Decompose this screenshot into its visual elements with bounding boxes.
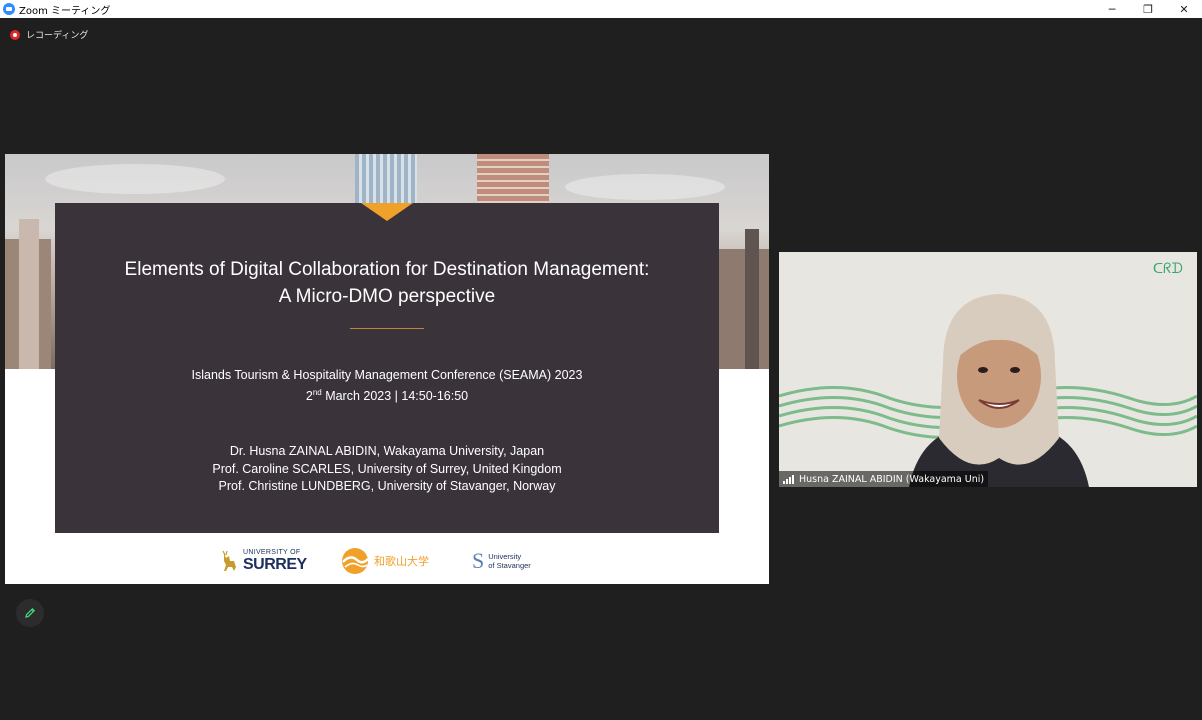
conference-date: 2nd March 2023 | 14:50-16:50 [305, 388, 469, 404]
participant-name: Husna ZAINAL ABIDIN (Wakayama Uni) [799, 473, 985, 485]
pen-icon [25, 607, 36, 618]
sun-wave-icon [342, 548, 369, 574]
zoom-logo-icon [3, 3, 15, 15]
stag-icon [222, 550, 236, 571]
window-titlebar: Zoom ミーティング ─ ❐ ✕ [0, 0, 1202, 18]
participant-person [909, 294, 1089, 487]
restore-button[interactable]: ❐ [1130, 0, 1166, 18]
recording-icon [10, 29, 20, 40]
orange-triangle-marker [361, 203, 413, 221]
slide-title: Elements of Digital Collaboration for De… [55, 256, 719, 310]
university-logos: UNIVERSITY OF SURREY 和歌山大学 S University … [5, 544, 769, 578]
annotate-button[interactable] [16, 599, 44, 627]
surrey-logo: UNIVERSITY OF SURREY [220, 544, 307, 578]
conference-name: Islands Tourism & Hospitality Management… [191, 368, 583, 382]
stavanger-s-icon: S [472, 548, 485, 573]
author-list: Dr. Husna ZAINAL ABIDIN, Wakayama Univer… [55, 443, 719, 496]
close-button[interactable]: ✕ [1166, 0, 1202, 18]
slide-title-line2: A Micro-DMO perspective [278, 286, 496, 307]
background-logo: ᑕᖇᗪ [1152, 260, 1183, 276]
author-line: Prof. Christine LUNDBERG, University of … [218, 479, 556, 493]
author-line: Dr. Husna ZAINAL ABIDIN, Wakayama Univer… [229, 444, 545, 458]
window-controls: ─ ❐ ✕ [1094, 0, 1202, 18]
recording-indicator[interactable]: レコーディング [10, 28, 88, 41]
participant-video[interactable]: ᑕᖇᗪ Husna ZAINAL ABIDIN (Wakayama Uni) [779, 252, 1197, 487]
participant-name-bar: Husna ZAINAL ABIDIN (Wakayama Uni) [779, 471, 989, 487]
wakayama-logo: 和歌山大学 [340, 544, 429, 578]
slide-title-line1: Elements of Digital Collaboration for De… [124, 259, 650, 280]
minimize-button[interactable]: ─ [1094, 0, 1130, 18]
signal-icon [783, 474, 795, 484]
conference-info: Islands Tourism & Hospitality Management… [55, 367, 719, 405]
stavanger-logo: S University of Stavanger [472, 548, 531, 573]
slide-title-panel: Elements of Digital Collaboration for De… [55, 203, 719, 533]
author-line: Prof. Caroline SCARLES, University of Su… [212, 461, 562, 476]
recording-label: レコーディング [26, 31, 89, 41]
shared-screen-slide: Elements of Digital Collaboration for De… [5, 154, 769, 584]
title-divider [350, 328, 424, 329]
window-title: Zoom ミーティング [19, 5, 111, 17]
